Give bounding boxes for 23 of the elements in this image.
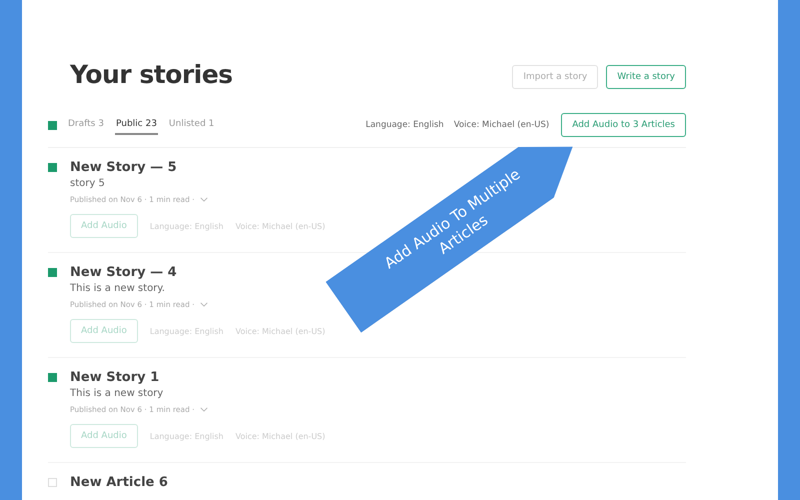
story-title[interactable]: New Story — 4 xyxy=(70,265,326,280)
story-checkbox[interactable] xyxy=(48,268,57,277)
tab[interactable]: Public 23 xyxy=(114,115,158,135)
bulk-add-audio-button[interactable]: Add Audio to 3 Articles xyxy=(561,113,686,137)
page-title: Your stories xyxy=(70,60,233,89)
chevron-down-icon[interactable] xyxy=(200,302,208,307)
header-button[interactable]: Import a story xyxy=(512,65,598,89)
language-label: Language: English xyxy=(366,120,444,130)
select-all-checkbox[interactable] xyxy=(48,120,57,130)
story-checkbox[interactable] xyxy=(48,373,57,382)
header-button[interactable]: Write a story xyxy=(606,65,686,89)
story-subtitle: story 5 xyxy=(70,178,106,189)
story-title[interactable]: New Article 6 xyxy=(70,475,168,490)
tab[interactable]: Unlisted 1 xyxy=(168,115,216,135)
tab[interactable]: Drafts 3 xyxy=(67,115,105,135)
story-title[interactable]: New Story 1 xyxy=(70,370,326,385)
story-subtitle: This is a new story xyxy=(70,388,164,399)
story-checkbox[interactable] xyxy=(48,163,57,172)
chevron-down-icon[interactable] xyxy=(200,197,208,202)
story-title[interactable]: New Story — 5 xyxy=(70,160,326,175)
chevron-down-icon[interactable] xyxy=(200,407,208,412)
story-subtitle: This is a new story. xyxy=(70,283,166,294)
voice-label: Voice: Michael (en-US) xyxy=(454,120,550,130)
